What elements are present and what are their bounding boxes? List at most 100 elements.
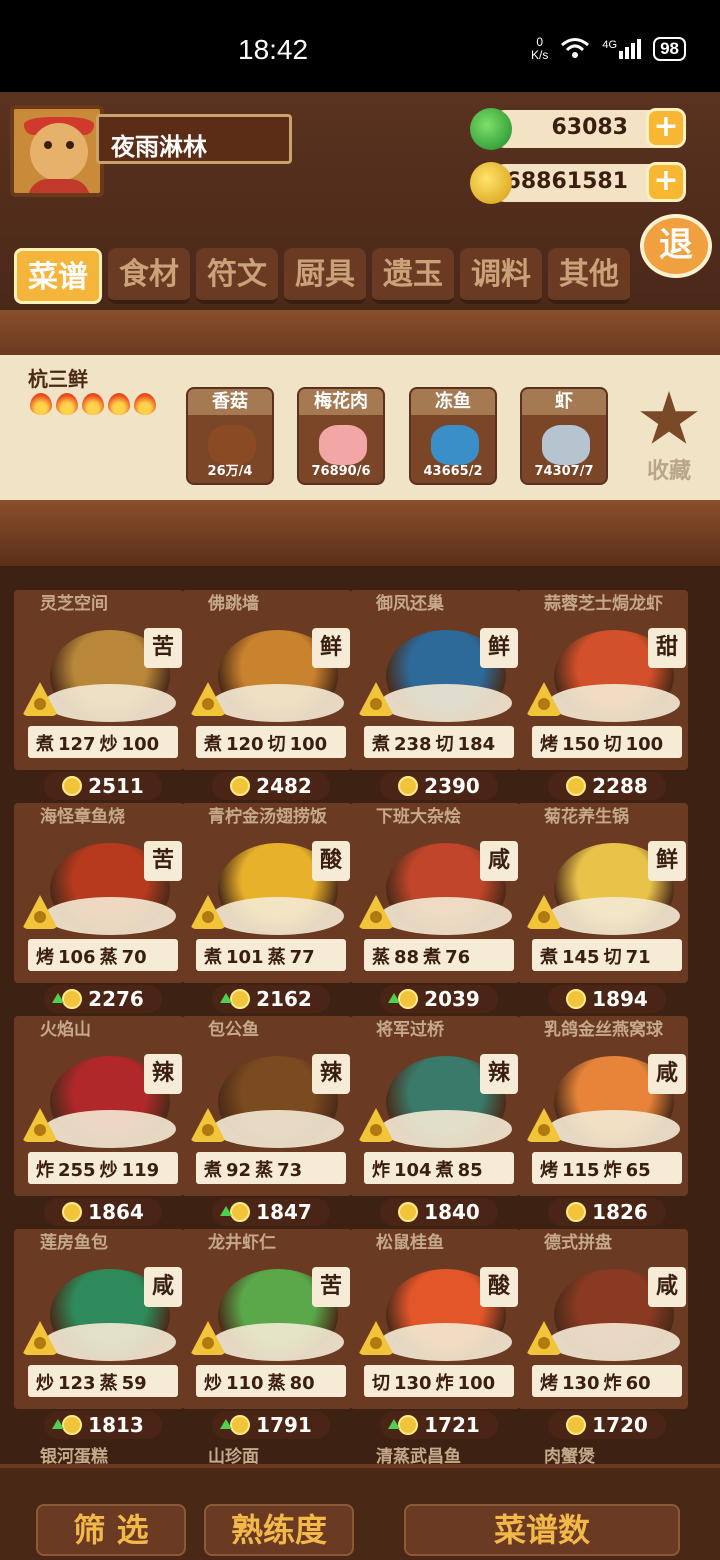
price-value: 1847 [256,1200,312,1224]
skill-2-name: 蒸 [99,1373,118,1394]
taste-tag: 酸 [480,1267,518,1307]
skill-2-value: 85 [457,1160,483,1181]
coin-icon [230,989,251,1009]
tab-others[interactable]: 其他 [548,248,630,304]
taste-tag: 苦 [312,1267,350,1307]
skill-1-name: 蒸 [372,947,390,968]
skill-1-value: 238 [394,734,432,755]
recipe-card[interactable]: 莲房鱼包咸炒 123 蒸 59 1813 [14,1229,184,1442]
recipe-name: 龙井虾仁 [208,1233,276,1253]
tab-recipes[interactable]: 菜谱 [14,248,102,304]
skill-2-value: 71 [625,947,651,968]
price-value: 1721 [424,1413,480,1437]
ingredient-count: 74307/7 [534,464,594,479]
recipe-card[interactable]: 菊花养生锅鲜煮 145 切 71 1894 [518,803,688,1016]
coin-icon [398,989,419,1009]
recipe-card[interactable]: 德式拼盘咸烤 130 炸 60 1720 [518,1229,688,1442]
skill-2-name: 切 [435,734,454,755]
price-value: 2288 [592,774,648,798]
flame-icon [56,393,78,415]
recipe-name: 将军过桥 [376,1020,444,1040]
recipe-card[interactable]: 青柠金汤翅捞饭酸煮 101 蒸 77 2162 [182,803,352,1016]
skill-2-value: 100 [457,1373,496,1394]
tab-utensils[interactable]: 厨具 [284,248,366,304]
skill-1-name: 烤 [540,734,558,755]
exit-button[interactable]: 退 [640,214,712,278]
recipe-card[interactable]: 龙井虾仁苦炒 110 蒸 80 1791 [182,1229,352,1442]
taste-tag: 苦 [144,841,182,881]
price-up-arrow-icon [388,993,400,1003]
recipe-card[interactable]: 海怪章鱼烧苦烤 106 蒸 70 2276 [14,803,184,1016]
recipe-name: 佛跳墙 [208,594,259,614]
coin-icon [62,776,83,796]
coin-icon [566,1202,587,1222]
coin-icon [62,989,83,1009]
flame-icon [134,393,156,415]
ingredient-label: 梅花肉 [299,389,383,415]
coin-icon [62,1202,83,1222]
ingredient-shrimp[interactable]: 虾 74307/7 [520,387,608,485]
flame-icon [82,393,104,415]
skill-1-value: 115 [562,1160,600,1181]
recipe-card[interactable]: 御凤还巢鲜煮 238 切 184 2390 [350,590,520,803]
skill-1-value: 92 [226,1160,252,1181]
taste-tag: 咸 [648,1054,686,1094]
recipe-card[interactable]: 将军过桥辣炸 104 煮 85 1840 [350,1016,520,1229]
mushroom-icon [208,425,256,465]
cellular-icon: 4G [602,39,642,59]
skill-1-name: 炸 [372,1160,390,1181]
taste-tag: 鲜 [312,628,350,668]
taste-tag: 苦 [144,628,182,668]
ingredient-pork[interactable]: 梅花肉 76890/6 [297,387,385,485]
shelf-divider [0,500,720,570]
skill-1-name: 煮 [204,734,222,755]
filter-button[interactable]: 筛 选 [36,1504,186,1556]
recipe-card[interactable]: 松鼠桂鱼酸切 130 炸 100 1721 [350,1229,520,1442]
proficiency-button[interactable]: 熟练度 [204,1504,354,1556]
skill-2-name: 蒸 [255,1160,274,1181]
taste-tag: 鲜 [480,628,518,668]
player-name: 夜雨淋林 [96,114,292,164]
ingredient-mushroom[interactable]: 香菇 26万/4 [186,387,274,485]
skill-2-value: 100 [121,734,160,755]
tab-seasonings[interactable]: 调料 [460,248,542,304]
recipe-card[interactable]: 包公鱼辣煮 92 蒸 73 1847 [182,1016,352,1229]
tab-relic-jade[interactable]: 遗玉 [372,248,454,304]
recipe-card[interactable]: 火焰山辣炸 255 炒 119 1864 [14,1016,184,1229]
recipe-card[interactable]: 下班大杂烩咸蒸 88 煮 76 2039 [350,803,520,1016]
skill-2-value: 70 [121,947,147,968]
ingredient-frozen-fish[interactable]: 冻鱼 43665/2 [409,387,497,485]
skill-1-name: 煮 [36,734,54,755]
price-value: 2482 [256,774,312,798]
skill-requirements: 煮 127 炒 100 [28,726,178,758]
price-tag: 1813 [44,1411,162,1439]
avatar[interactable] [10,105,104,197]
skill-2-name: 蒸 [267,1373,286,1394]
recipe-card[interactable]: 蒜蓉芝士焗龙虾甜烤 150 切 100 2288 [518,590,688,803]
difficulty-flames [30,393,156,415]
ingredient-label: 虾 [522,389,606,415]
add-coins-button[interactable]: + [646,162,686,202]
skill-1-value: 110 [226,1373,264,1394]
price-tag: 2390 [380,772,498,800]
price-value: 2276 [88,987,144,1011]
recipe-card[interactable]: 灵芝空间苦煮 127 炒 100 2511 [14,590,184,803]
skill-1-name: 煮 [540,947,558,968]
recipe-card[interactable]: 乳鸽金丝燕窝球咸烤 115 炸 65 1826 [518,1016,688,1229]
recipe-card[interactable]: 佛跳墙鲜煮 120 切 100 2482 [182,590,352,803]
skill-1-value: 88 [394,947,420,968]
recipe-count: 菜谱数 686/1002 [404,1504,680,1560]
skill-requirements: 烤 115 炸 65 [532,1152,682,1184]
price-value: 1864 [88,1200,144,1224]
coin-icon [398,1202,419,1222]
tab-ingredients[interactable]: 食材 [108,248,190,304]
clock: 18:42 [238,34,309,65]
favorite-button[interactable]: 收藏 [634,391,704,491]
skill-1-name: 切 [372,1373,390,1394]
add-jade-button[interactable]: + [646,108,686,148]
skill-2-value: 184 [457,734,496,755]
network-type: 4G [602,39,618,51]
tab-runes[interactable]: 符文 [196,248,278,304]
price-value: 1720 [592,1413,648,1437]
recipe-name: 包公鱼 [208,1020,259,1040]
